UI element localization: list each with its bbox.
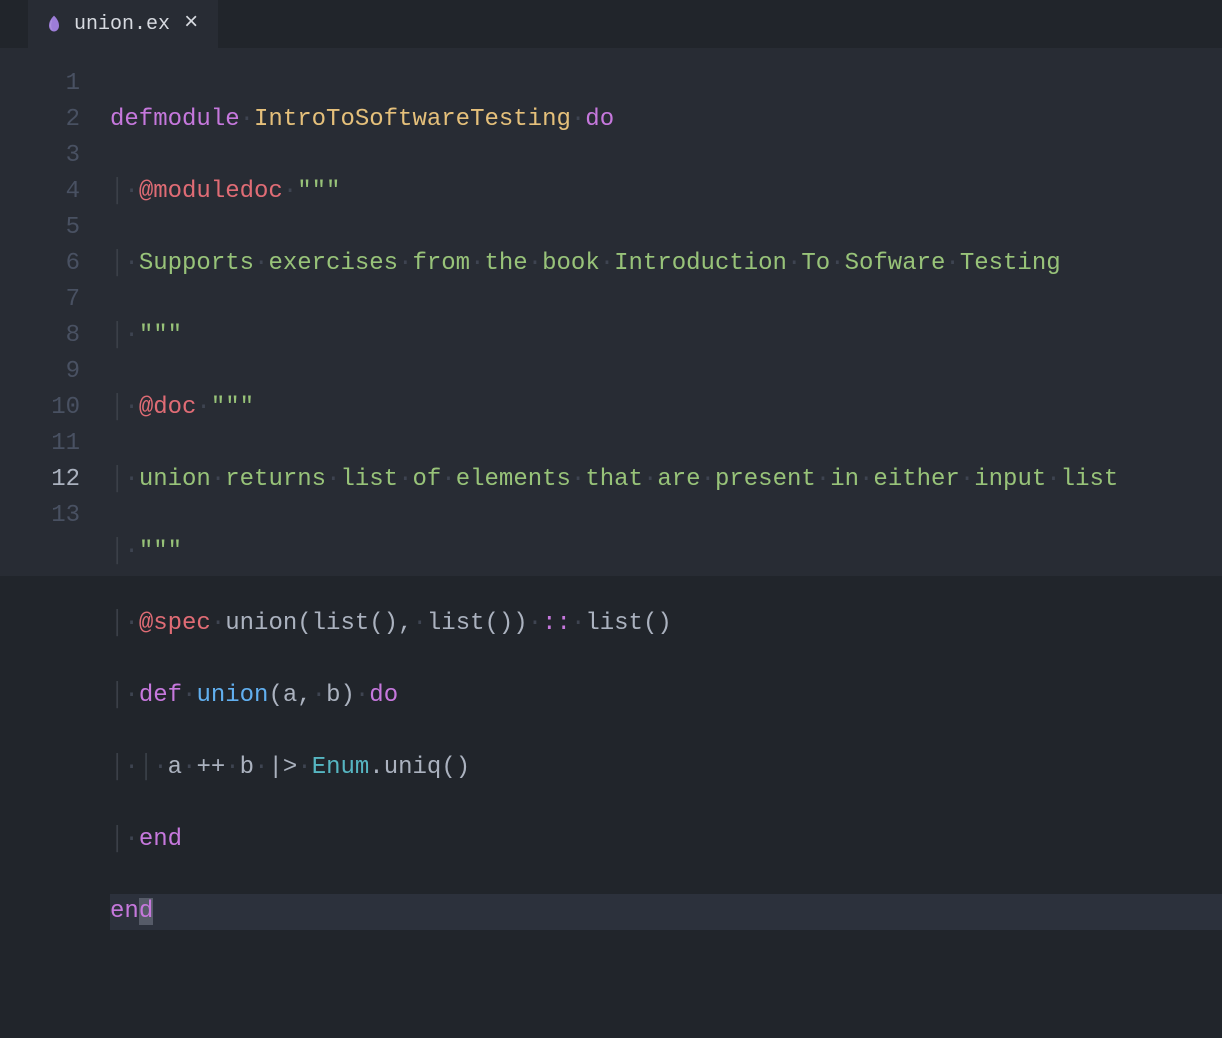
line-number: 11 bbox=[0, 426, 110, 462]
code-line: │·""" bbox=[110, 534, 1222, 570]
tab-bar: union.ex × bbox=[0, 0, 1222, 48]
cursor: d bbox=[139, 898, 153, 925]
code-line-current: end bbox=[110, 894, 1222, 930]
line-number: 10 bbox=[0, 390, 110, 426]
code-area[interactable]: defmodule·IntroToSoftwareTesting·do │·@m… bbox=[110, 48, 1222, 576]
tab-union-ex[interactable]: union.ex × bbox=[28, 0, 218, 48]
line-number: 6 bbox=[0, 246, 110, 282]
line-number: 1 bbox=[0, 66, 110, 102]
editor[interactable]: 1 2 3 4 5 6 7 8 9 10 11 12 13 defmodule·… bbox=[0, 48, 1222, 576]
code-line: │·Supports·exercises·from·the·book·Intro… bbox=[110, 246, 1222, 282]
line-number: 12 bbox=[0, 462, 110, 498]
elixir-file-icon bbox=[44, 14, 64, 34]
line-number: 13 bbox=[0, 498, 110, 534]
gutter: 1 2 3 4 5 6 7 8 9 10 11 12 13 bbox=[0, 48, 110, 576]
code-line: │·│·a·++·b·|>·Enum.uniq() bbox=[110, 750, 1222, 786]
line-number: 7 bbox=[0, 282, 110, 318]
line-number: 5 bbox=[0, 210, 110, 246]
code-line: │·union·returns·list·of·elements·that·ar… bbox=[110, 462, 1222, 498]
code-line: │·def·union(a,·b)·do bbox=[110, 678, 1222, 714]
code-line: │·@spec·union(list(),·list())·::·list() bbox=[110, 606, 1222, 642]
code-line: │·end bbox=[110, 822, 1222, 858]
code-line: │·@moduledoc·""" bbox=[110, 174, 1222, 210]
line-number: 8 bbox=[0, 318, 110, 354]
tab-filename: union.ex bbox=[74, 13, 170, 36]
code-line: defmodule·IntroToSoftwareTesting·do bbox=[110, 102, 1222, 138]
close-icon[interactable]: × bbox=[180, 12, 202, 36]
code-line: │·""" bbox=[110, 318, 1222, 354]
line-number: 9 bbox=[0, 354, 110, 390]
line-number: 3 bbox=[0, 138, 110, 174]
line-number: 2 bbox=[0, 102, 110, 138]
code-line: │·@doc·""" bbox=[110, 390, 1222, 426]
line-number: 4 bbox=[0, 174, 110, 210]
